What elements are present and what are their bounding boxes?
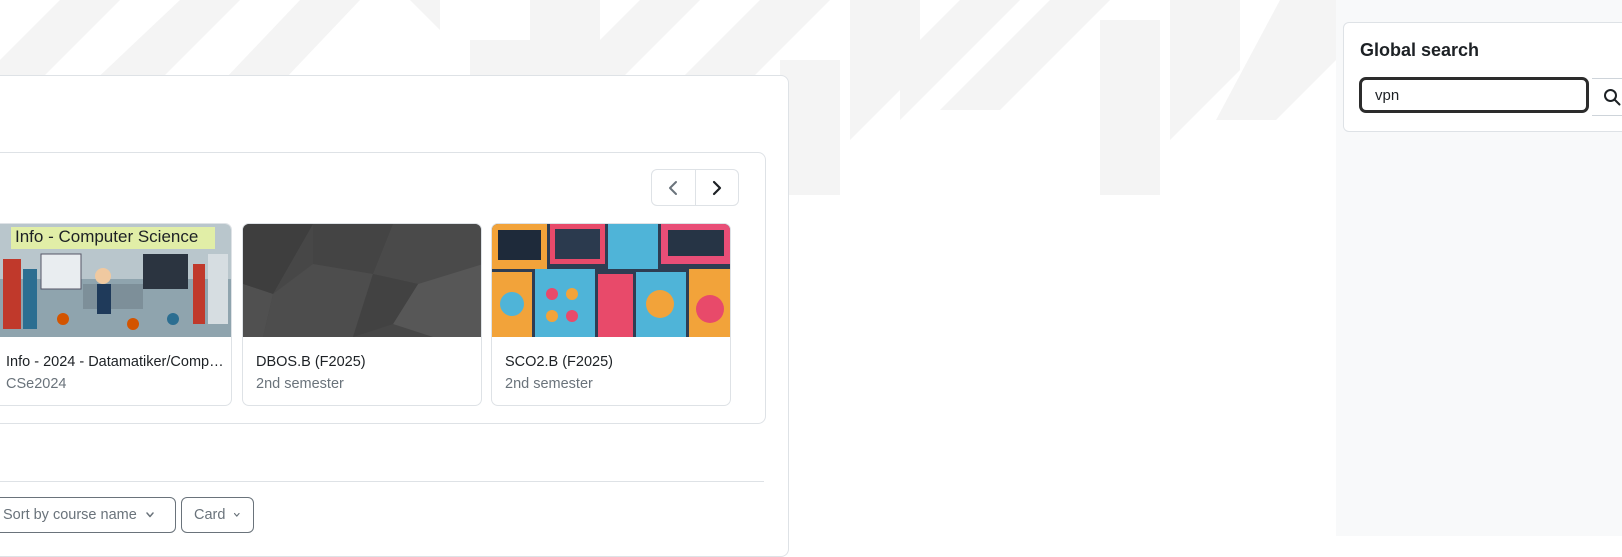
course-image [492, 224, 730, 337]
section-divider [0, 481, 764, 482]
carousel-next-button[interactable] [696, 170, 739, 205]
sort-dropdown-label: Sort by course name [3, 507, 137, 523]
view-dropdown[interactable]: Card [181, 497, 254, 533]
sort-dropdown[interactable]: Sort by course name [0, 497, 176, 533]
course-category: 2nd semester [505, 376, 593, 392]
carousel-nav [651, 169, 739, 206]
course-card[interactable]: Info - Computer Science Info - 2024 - Da… [0, 223, 232, 406]
global-search-title: Global search [1360, 40, 1480, 60]
search-icon [1604, 89, 1621, 106]
course-category: CSe2024 [6, 376, 67, 392]
course-image [243, 224, 481, 337]
chevron-left-icon [669, 180, 678, 195]
course-card[interactable]: SCO2.B (F2025) 2nd semester [491, 223, 731, 406]
course-name[interactable]: SCO2.B (F2025) [505, 354, 727, 370]
chevron-down-icon [146, 512, 154, 518]
global-search-input[interactable] [1359, 77, 1589, 113]
chevron-right-icon [712, 180, 721, 195]
course-image: Info - Computer Science [0, 224, 231, 337]
global-search-submit-button[interactable] [1592, 78, 1622, 116]
course-image-caption: Info - Computer Science [15, 227, 199, 246]
global-search-block: Global search [1343, 22, 1622, 132]
course-category: 2nd semester [256, 376, 344, 392]
course-name[interactable]: Info - 2024 - Datamatiker/Computer Scien… [6, 354, 228, 370]
chevron-down-icon [234, 512, 241, 517]
carousel-prev-button[interactable] [652, 170, 696, 205]
view-dropdown-label: Card [194, 507, 226, 523]
course-name[interactable]: DBOS.B (F2025) [256, 354, 478, 370]
course-card[interactable]: DBOS.B (F2025) 2nd semester [242, 223, 482, 406]
